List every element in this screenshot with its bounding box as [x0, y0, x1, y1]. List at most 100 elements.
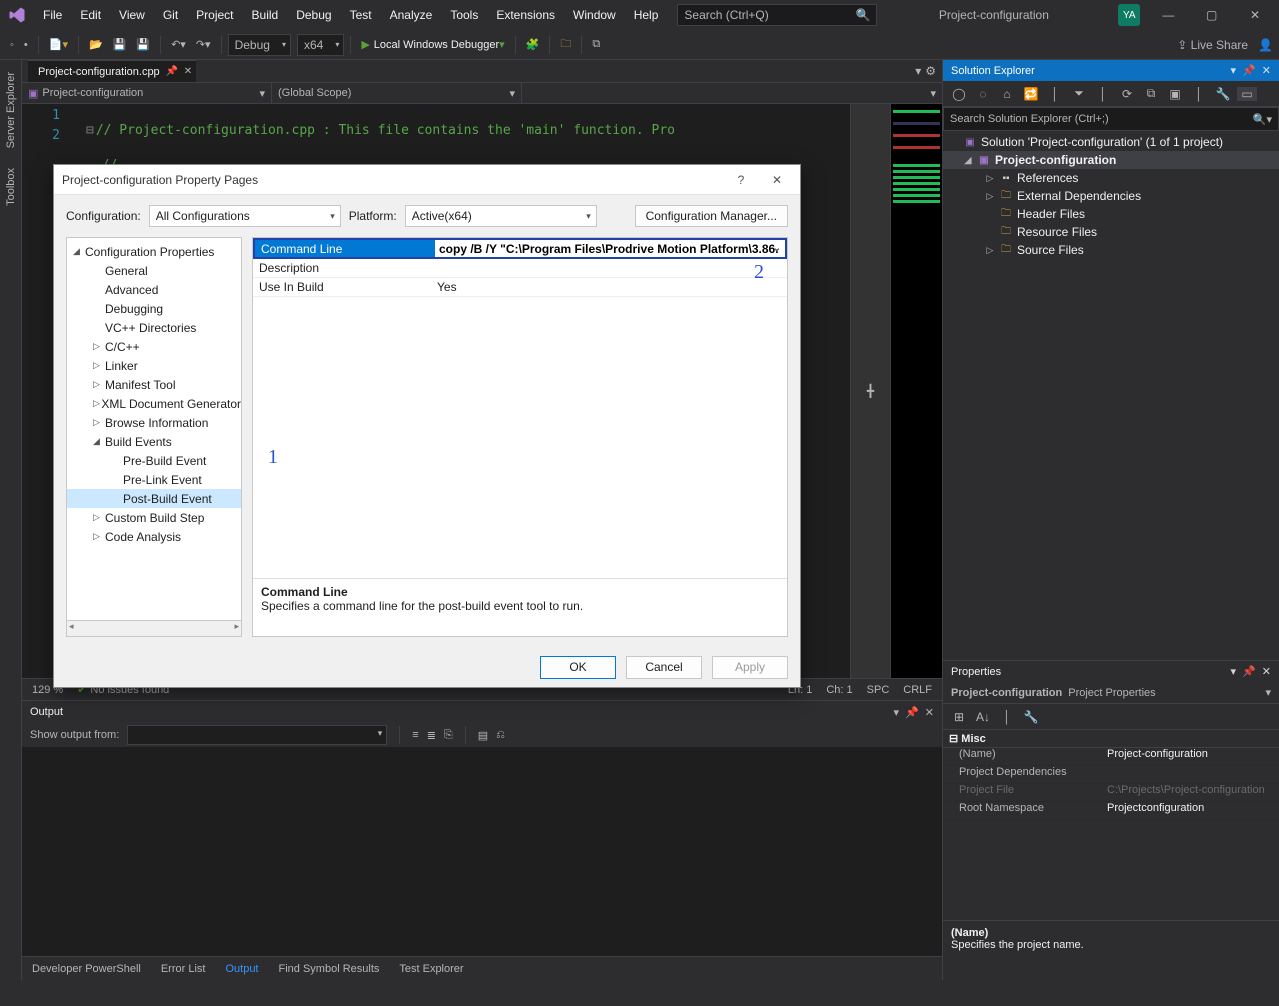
configuration-combo[interactable]: All Configurations — [149, 205, 341, 227]
tree-debugging[interactable]: Debugging — [67, 299, 241, 318]
resource-files-node[interactable]: 🗀Resource Files — [943, 223, 1279, 241]
external-deps-node[interactable]: ▷🗀External Dependencies — [943, 187, 1279, 205]
platform-combo[interactable]: Active(x64) — [405, 205, 597, 227]
new-item-button[interactable]: 📄▾ — [45, 35, 72, 54]
se-properties-icon[interactable]: 🔧 — [1213, 87, 1233, 101]
se-home-icon[interactable]: ⌂ — [997, 87, 1017, 101]
menu-item-debug[interactable]: Debug — [287, 3, 340, 27]
save-button[interactable]: 💾 — [109, 35, 131, 54]
close-tab-icon[interactable]: ✕ — [184, 66, 192, 77]
se-forward-icon[interactable]: ◌ — [973, 87, 993, 101]
menu-item-edit[interactable]: Edit — [71, 3, 110, 27]
property-category[interactable]: ⊟ Misc — [943, 730, 1279, 748]
output-pin-icon[interactable]: 📌 — [905, 706, 919, 719]
menu-item-help[interactable]: Help — [625, 3, 668, 27]
output-tool-icon[interactable]: ⎌ — [496, 729, 505, 742]
menu-item-git[interactable]: Git — [154, 3, 187, 27]
tool-icon[interactable]: 🧩 — [522, 35, 544, 54]
output-tool-icon[interactable]: ⎘ — [444, 729, 453, 742]
property-row[interactable]: Root NamespaceProjectconfiguration — [943, 802, 1279, 820]
search-box[interactable]: Search (Ctrl+Q) 🔍 — [677, 4, 877, 26]
scope-project-combo[interactable]: ▣ Project-configuration▾ — [22, 83, 272, 103]
server-explorer-tab[interactable]: Server Explorer — [3, 66, 19, 154]
pin-icon[interactable]: 📌 — [166, 66, 178, 77]
back-button[interactable]: ◦ — [6, 36, 18, 54]
bottom-tab-test-explorer[interactable]: Test Explorer — [389, 959, 473, 979]
configuration-manager-button[interactable]: Configuration Manager... — [635, 205, 788, 227]
menu-item-analyze[interactable]: Analyze — [381, 3, 442, 27]
cancel-button[interactable]: Cancel — [626, 656, 702, 679]
panel-pin-icon[interactable]: 📌 — [1242, 665, 1256, 678]
solution-node[interactable]: ▣ Solution 'Project-configuration' (1 of… — [943, 133, 1279, 151]
save-all-button[interactable]: 💾 — [132, 35, 154, 54]
se-filter-icon[interactable]: ⏷ — [1069, 86, 1089, 101]
ok-button[interactable]: OK — [540, 656, 616, 679]
tree-build-events[interactable]: ◢Build Events — [67, 432, 241, 451]
se-sync-icon[interactable]: ⟳ — [1117, 87, 1137, 101]
scope-member-combo[interactable]: ▾ — [522, 83, 942, 103]
menu-item-project[interactable]: Project — [187, 3, 242, 27]
property-row[interactable]: Project Dependencies — [943, 766, 1279, 784]
close-button[interactable]: ✕ — [1235, 0, 1275, 30]
menu-item-view[interactable]: View — [110, 3, 154, 27]
panel-close-icon[interactable]: ✕ — [1262, 64, 1271, 77]
dialog-close-icon[interactable]: ✕ — [762, 173, 792, 187]
solution-tree[interactable]: ▣ Solution 'Project-configuration' (1 of… — [943, 131, 1279, 660]
tree-config-properties[interactable]: ◢Configuration Properties — [67, 242, 241, 261]
menu-item-tools[interactable]: Tools — [441, 3, 487, 27]
header-files-node[interactable]: 🗀Header Files — [943, 205, 1279, 223]
dialog-titlebar[interactable]: Project-configuration Property Pages ? ✕ — [54, 165, 800, 195]
document-tab[interactable]: Project-configuration.cpp 📌 ✕ — [28, 60, 196, 82]
output-tool-icon[interactable]: ≡ — [412, 729, 418, 741]
tabs-dropdown-icon[interactable]: ▾ — [915, 64, 921, 78]
split-add-icon[interactable]: ╋ — [850, 104, 890, 678]
start-debugging-button[interactable]: ▶ Local Windows Debugger ▾ — [357, 35, 508, 54]
se-preview-icon[interactable]: ▭ — [1237, 87, 1257, 101]
maximize-button[interactable]: ▢ — [1192, 0, 1232, 30]
categorized-icon[interactable]: ⊞ — [949, 710, 969, 724]
bottom-tab-output[interactable]: Output — [215, 959, 268, 979]
description-row[interactable]: Description — [253, 259, 787, 278]
account-icon[interactable]: 👤 — [1258, 38, 1273, 52]
output-dropdown-icon[interactable]: ▾ — [894, 706, 900, 719]
menu-item-test[interactable]: Test — [341, 3, 381, 27]
project-node[interactable]: ◢▣ Project-configuration — [943, 151, 1279, 169]
bottom-tab-error-list[interactable]: Error List — [151, 959, 216, 979]
tree-vc-directories[interactable]: VC++ Directories — [67, 318, 241, 337]
source-files-node[interactable]: ▷🗀Source Files — [943, 241, 1279, 259]
bottom-tab-developer-powershell[interactable]: Developer PowerShell — [22, 959, 151, 979]
platform-combo[interactable]: x64 — [297, 34, 344, 56]
output-body[interactable] — [22, 747, 942, 956]
output-source-combo[interactable] — [127, 725, 387, 745]
indent-status[interactable]: SPC — [867, 684, 890, 696]
properties-grid[interactable]: ⊟ Misc (Name)Project-configurationProjec… — [943, 730, 1279, 920]
open-button[interactable]: 📂 — [85, 35, 107, 54]
apply-button[interactable]: Apply — [712, 656, 788, 679]
se-collapse-icon[interactable]: ⧉ — [1141, 86, 1161, 101]
panel-close-icon[interactable]: ✕ — [1262, 665, 1271, 678]
properties-object-combo[interactable]: Project-configuration Project Properties… — [943, 682, 1279, 704]
tree-linker[interactable]: ▷Linker — [67, 356, 241, 375]
user-avatar[interactable]: YA — [1118, 4, 1140, 26]
help-icon[interactable]: ? — [726, 173, 756, 187]
tree-post-build-event[interactable]: Post-Build Event — [67, 489, 241, 508]
undo-button[interactable]: ↶▾ — [167, 35, 190, 54]
solution-search[interactable]: Search Solution Explorer (Ctrl+;) 🔍▾ — [943, 107, 1279, 131]
menu-item-window[interactable]: Window — [564, 3, 625, 27]
se-switch-icon[interactable]: 🔁 — [1021, 87, 1041, 101]
folder-icon[interactable]: 🗀 — [556, 32, 575, 57]
menu-item-build[interactable]: Build — [243, 3, 288, 27]
properties-tree[interactable]: ◢Configuration PropertiesGeneralAdvanced… — [66, 237, 242, 637]
dropdown-icon[interactable]: ⌄ — [773, 243, 781, 254]
bottom-tab-find-symbol-results[interactable]: Find Symbol Results — [269, 959, 390, 979]
output-tool-icon[interactable]: ▤ — [478, 729, 488, 742]
command-line-row[interactable]: Command Line copy /B /Y "C:\Program File… — [253, 238, 787, 259]
property-row[interactable]: Project FileC:\Projects\Project-configur… — [943, 784, 1279, 802]
tree-browse-information[interactable]: ▷Browse Information — [67, 413, 241, 432]
configuration-combo[interactable]: Debug — [228, 34, 291, 56]
forward-button[interactable]: • — [20, 36, 32, 54]
live-share-button[interactable]: ⇪ Live Share — [1177, 38, 1248, 52]
panel-pin-icon[interactable]: 📌 — [1242, 64, 1256, 77]
tree-xml-document-generator[interactable]: ▷XML Document Generator — [67, 394, 241, 413]
wrench-icon[interactable]: 🔧 — [1021, 710, 1041, 724]
